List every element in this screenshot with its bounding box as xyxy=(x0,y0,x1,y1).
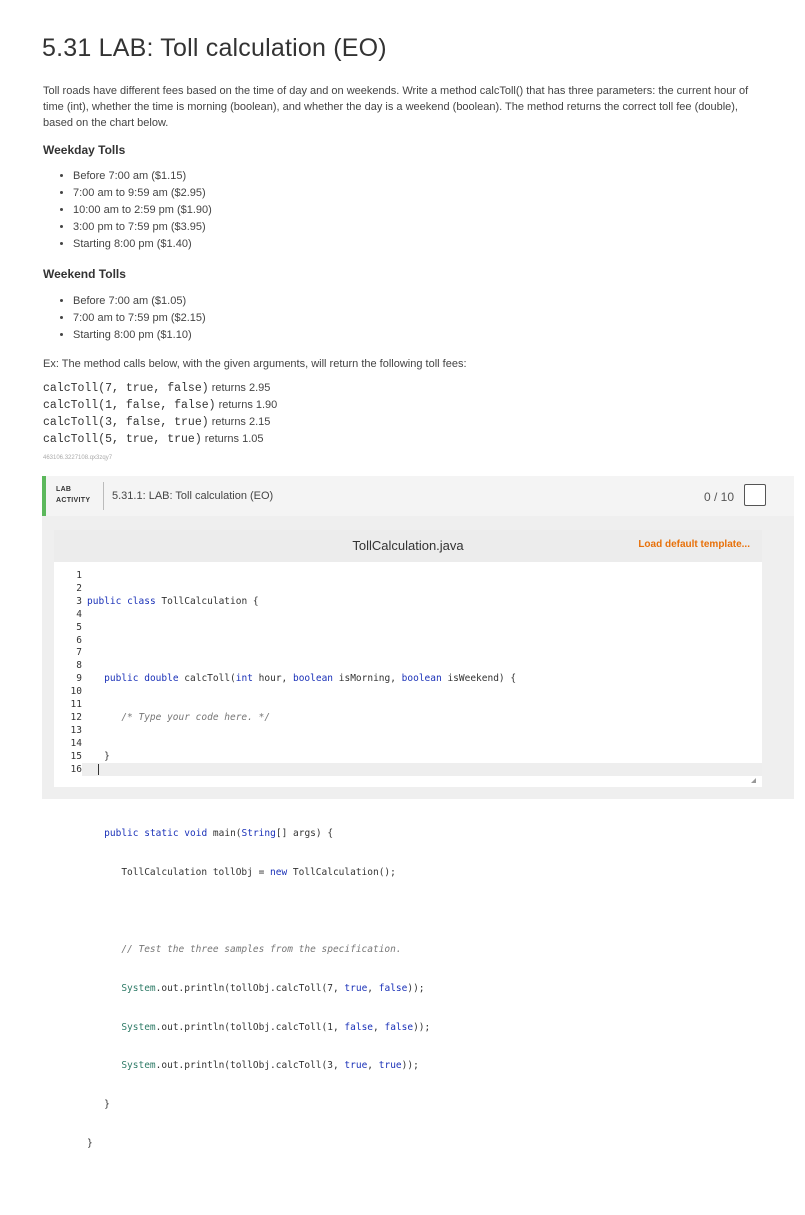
line-number: 10 xyxy=(70,686,82,698)
code-editor[interactable]: 1 2 3 4 5 6 7 8 9 10 11 12 13 14 15 16 p… xyxy=(54,562,762,1149)
line-number: 1 xyxy=(76,570,82,581)
line-number: 15 xyxy=(70,750,82,762)
lab-tag-line: LAB xyxy=(56,486,72,493)
list-item: Starting 8:00 pm ($1.40) xyxy=(73,236,212,253)
resize-handle-icon[interactable] xyxy=(751,778,756,783)
divider xyxy=(103,482,104,510)
source-code[interactable]: public class TollCalculation { public do… xyxy=(87,570,516,1215)
list-item: 3:00 pm to 7:59 pm ($3.95) xyxy=(73,219,212,236)
line-number: 2 xyxy=(76,582,82,594)
line-number: 11 xyxy=(70,699,82,711)
weekday-tolls-heading: Weekday Tolls xyxy=(43,143,126,157)
line-number: 7 xyxy=(76,647,82,659)
code-line: /* Type your code here. */ xyxy=(121,711,271,723)
lab-activity-name: 5.31.1: LAB: Toll calculation (EO) xyxy=(112,490,274,502)
lab-activity-tag: LAB ACTIVITY xyxy=(56,484,90,506)
example-call: calcToll(1, false, false) returns 1.90 xyxy=(43,397,277,414)
example-call: calcToll(3, false, true) returns 2.15 xyxy=(43,414,277,431)
code-line: public double calcToll(int hour, boolean… xyxy=(104,673,517,685)
example-call: calcToll(7, true, false) returns 2.95 xyxy=(43,380,277,397)
example-intro: Ex: The method calls below, with the giv… xyxy=(43,358,467,370)
code-line: System.out.println(tollObj.calcToll(3, t… xyxy=(121,1060,419,1072)
weekday-tolls-list: Before 7:00 am ($1.15) 7:00 am to 9:59 a… xyxy=(59,168,212,253)
example-call: calcToll(5, true, true) returns 1.05 xyxy=(43,431,277,448)
list-item: Before 7:00 am ($1.05) xyxy=(73,293,206,310)
line-number: 9 xyxy=(76,673,82,685)
list-item: 7:00 am to 7:59 pm ($2.15) xyxy=(73,310,206,327)
example-code: calcToll(5, true, true) xyxy=(43,433,202,446)
code-line: public static void main(String[] args) { xyxy=(104,828,334,840)
line-number: 16 xyxy=(70,763,82,775)
tracking-id: 463106.3227108.qx3zqy7 xyxy=(43,455,113,461)
list-item: Starting 8:00 pm ($1.10) xyxy=(73,327,206,344)
problem-description: Toll roads have different fees based on … xyxy=(43,85,749,129)
lab-tag-line: ACTIVITY xyxy=(56,497,91,504)
code-line: System.out.println(tollObj.calcToll(1, f… xyxy=(121,1021,431,1033)
load-default-template-link[interactable]: Load default template... xyxy=(638,539,750,550)
code-line: System.out.println(tollObj.calcToll(7, t… xyxy=(121,982,425,994)
example-calls: calcToll(7, true, false) returns 2.95 ca… xyxy=(43,380,277,448)
list-item: Before 7:00 am ($1.15) xyxy=(73,168,212,185)
lab-activity-header: LAB ACTIVITY 5.31.1: LAB: Toll calculati… xyxy=(42,476,794,516)
line-number: 3 xyxy=(76,595,82,607)
editor-toolbar: TollCalculation.java Load default templa… xyxy=(54,530,762,562)
line-number-gutter: 1 2 3 4 5 6 7 8 9 10 11 12 13 14 15 16 xyxy=(54,570,82,777)
line-number: 6 xyxy=(76,634,82,646)
example-code: calcToll(3, false, true) xyxy=(43,416,209,429)
example-code: calcToll(7, true, false) xyxy=(43,382,209,395)
weekend-tolls-heading: Weekend Tolls xyxy=(43,267,126,281)
completion-checkbox-icon xyxy=(744,484,766,506)
example-result: returns 2.15 xyxy=(208,416,271,428)
example-code: calcToll(1, false, false) xyxy=(43,399,216,412)
example-result: returns 2.95 xyxy=(208,382,271,394)
line-number: 5 xyxy=(76,621,82,633)
line-number: 12 xyxy=(70,711,82,723)
line-number: 4 xyxy=(76,608,82,620)
example-result: returns 1.90 xyxy=(215,399,278,411)
line-number: 14 xyxy=(70,737,82,749)
weekend-tolls-list: Before 7:00 am ($1.05) 7:00 am to 7:59 p… xyxy=(59,293,206,344)
code-line: public class TollCalculation { xyxy=(87,595,259,607)
list-item: 10:00 am to 2:59 pm ($1.90) xyxy=(73,202,212,219)
code-line: } xyxy=(87,750,110,762)
line-number: 8 xyxy=(76,660,82,672)
text-cursor xyxy=(98,764,99,775)
code-line: } xyxy=(87,1137,93,1149)
line-number: 13 xyxy=(70,724,82,736)
lab-score: 0 / 10 xyxy=(703,490,734,504)
code-line: // Test the three samples from the speci… xyxy=(121,944,402,956)
page-title: 5.31 LAB: Toll calculation (EO) xyxy=(42,34,387,62)
code-line: } xyxy=(87,1098,110,1110)
example-result: returns 1.05 xyxy=(201,433,264,445)
list-item: 7:00 am to 9:59 am ($2.95) xyxy=(73,185,212,202)
editor-panel: TollCalculation.java Load default templa… xyxy=(42,516,794,1149)
code-line: TollCalculation tollObj = new TollCalcul… xyxy=(87,866,396,878)
